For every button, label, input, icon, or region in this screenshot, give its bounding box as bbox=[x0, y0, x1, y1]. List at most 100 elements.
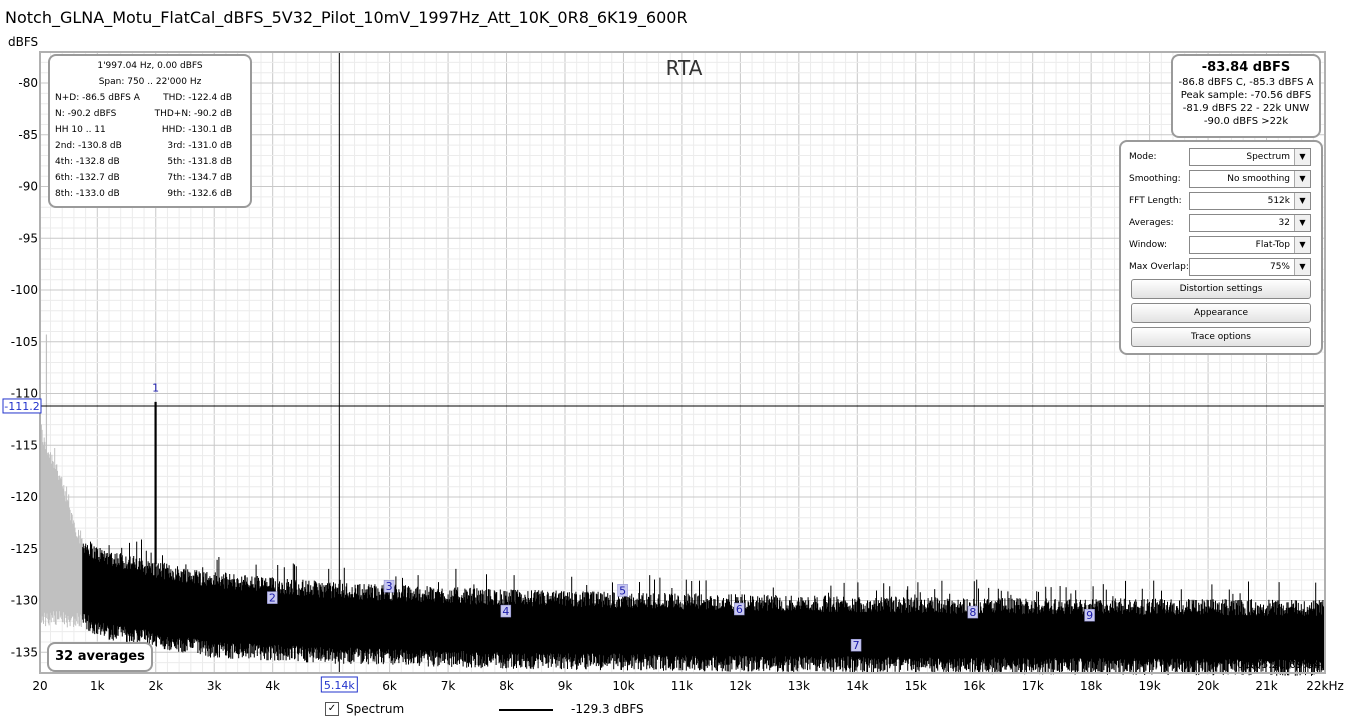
control-value: No smoothing bbox=[1227, 174, 1290, 184]
chevron-down-icon: ▼ bbox=[1294, 259, 1310, 275]
harmonic-marker-label: 6 bbox=[736, 603, 743, 616]
control-row: Mode: Spectrum ▼ bbox=[1129, 148, 1319, 166]
distortion-settings-button[interactable]: Distortion settings bbox=[1131, 279, 1311, 299]
chevron-down-icon: ▼ bbox=[1294, 193, 1310, 209]
chevron-down-icon: ▼ bbox=[1294, 149, 1310, 165]
span-readout: Span: 750 .. 22'000 Hz bbox=[98, 77, 202, 87]
controls-panel: Mode: Spectrum ▼ Smoothing: No smoothing ▼ FFT… bbox=[1119, 140, 1323, 355]
timestamp: 01.05.21 09:34 bbox=[1237, 658, 1321, 671]
stat-left: 4th: -132.8 dB bbox=[55, 157, 120, 167]
y-tick-label: -130 bbox=[11, 594, 38, 608]
stat-right: THD+N: -90.2 dB bbox=[154, 109, 232, 119]
control-label: Averages: bbox=[1129, 218, 1174, 228]
y-tick-label: -120 bbox=[11, 490, 38, 504]
x-tick-label: 9k bbox=[558, 679, 573, 693]
y-tick-label: -115 bbox=[11, 438, 38, 452]
x-tick-label: 19k bbox=[1139, 679, 1161, 693]
x-tick-label: 4k bbox=[265, 679, 280, 693]
x-tick-label: 21k bbox=[1255, 679, 1277, 693]
harmonic-marker-label: 7 bbox=[853, 639, 860, 652]
level-line: -86.8 dBFS C, -85.3 dBFS A bbox=[1178, 77, 1314, 88]
cursor-y-label: -111.2 bbox=[4, 400, 39, 413]
fundamental-readout: 1'997.04 Hz, 0.00 dBFS bbox=[97, 61, 203, 71]
averages-badge: 32 averages bbox=[47, 642, 153, 672]
y-tick-label: -95 bbox=[18, 231, 38, 245]
control-label: Window: bbox=[1129, 240, 1168, 250]
harmonic-marker-label: 4 bbox=[502, 605, 509, 618]
control-select[interactable]: Flat-Top ▼ bbox=[1189, 236, 1311, 254]
level-line: Peak sample: -70.56 dBFS bbox=[1180, 90, 1312, 101]
control-label: FFT Length: bbox=[1129, 196, 1182, 206]
x-tick-label: 3k bbox=[207, 679, 222, 693]
y-axis-label: dBFS bbox=[8, 35, 38, 49]
y-tick-label: -135 bbox=[11, 645, 38, 659]
control-label: Mode: bbox=[1129, 152, 1157, 162]
level-line: -81.9 dBFS 22 - 22k UNW bbox=[1182, 103, 1310, 114]
x-tick-label: 20 bbox=[32, 679, 47, 693]
stat-right: 9th: -132.6 dB bbox=[167, 189, 232, 199]
control-select[interactable]: 32 ▼ bbox=[1189, 214, 1311, 232]
stat-right: HHD: -130.1 dB bbox=[161, 125, 232, 135]
control-select[interactable]: Spectrum ▼ bbox=[1189, 148, 1311, 166]
harmonic-marker-label: 2 bbox=[269, 592, 276, 605]
legend-series-name: Spectrum bbox=[346, 702, 405, 716]
chevron-down-icon: ▼ bbox=[1294, 171, 1310, 187]
chevron-down-icon: ▼ bbox=[1294, 237, 1310, 253]
stat-left: 2nd: -130.8 dB bbox=[55, 141, 122, 151]
stat-left: N+D: -86.5 dBFS A bbox=[55, 93, 140, 103]
control-value: Spectrum bbox=[1246, 152, 1290, 162]
x-tick-label: 16k bbox=[963, 679, 985, 693]
control-row: Max Overlap: 75% ▼ bbox=[1129, 258, 1319, 276]
control-value: 512k bbox=[1267, 196, 1290, 206]
control-label: Smoothing: bbox=[1129, 174, 1181, 184]
control-row: FFT Length: 512k ▼ bbox=[1129, 192, 1319, 210]
x-tick-label: 10k bbox=[612, 679, 634, 693]
control-row: Averages: 32 ▼ bbox=[1129, 214, 1319, 232]
harmonic-marker-label: 5 bbox=[619, 584, 626, 597]
control-select[interactable]: 512k ▼ bbox=[1189, 192, 1311, 210]
trace-options-button[interactable]: Trace options bbox=[1131, 327, 1311, 347]
control-value: Flat-Top bbox=[1255, 240, 1290, 250]
y-tick-label: -110 bbox=[11, 387, 38, 401]
x-tick-label: 15k bbox=[905, 679, 927, 693]
harmonic-marker-label: 1 bbox=[152, 381, 159, 394]
harmonic-marker-label: 3 bbox=[386, 580, 393, 593]
stat-left: 6th: -132.7 dB bbox=[55, 173, 120, 183]
control-value: 32 bbox=[1278, 218, 1290, 228]
y-tick-label: -105 bbox=[11, 335, 38, 349]
x-tick-label: 18k bbox=[1080, 679, 1102, 693]
stat-left: 8th: -133.0 dB bbox=[55, 189, 120, 199]
y-tick-label: -80 bbox=[18, 76, 38, 90]
level-line: -90.0 dBFS >22k bbox=[1203, 116, 1289, 127]
x-tick-label: 6k bbox=[382, 679, 397, 693]
x-tick-label: 2k bbox=[148, 679, 163, 693]
x-tick-label: 22kHz bbox=[1306, 679, 1344, 693]
y-tick-label: -125 bbox=[11, 542, 38, 556]
y-tick-label: -90 bbox=[18, 180, 38, 194]
x-tick-label: 13k bbox=[788, 679, 810, 693]
stat-right: 7th: -134.7 dB bbox=[167, 173, 232, 183]
stat-right: 3rd: -131.0 dB bbox=[167, 141, 232, 151]
chevron-down-icon: ▼ bbox=[1294, 215, 1310, 231]
appearance-button[interactable]: Appearance bbox=[1131, 303, 1311, 323]
distortion-stats-panel[interactable]: 1'997.04 Hz, 0.00 dBFS Span: 750 .. 22'0… bbox=[48, 54, 252, 208]
x-tick-label: 12k bbox=[729, 679, 751, 693]
x-tick-label: 11k bbox=[671, 679, 693, 693]
harmonic-marker-label: 9 bbox=[1086, 609, 1093, 622]
legend-value: -129.3 dBFS bbox=[571, 702, 644, 716]
stat-right: 5th: -131.8 dB bbox=[167, 157, 232, 167]
x-tick-label: 8k bbox=[499, 679, 514, 693]
stat-left: N: -90.2 dBFS bbox=[55, 109, 117, 119]
y-tick-label: -85 bbox=[18, 128, 38, 142]
spectrum-checkbox[interactable]: ✓ bbox=[325, 702, 339, 716]
control-select[interactable]: No smoothing ▼ bbox=[1189, 170, 1311, 188]
x-tick-label: 7k bbox=[441, 679, 456, 693]
x-tick-label: 20k bbox=[1197, 679, 1219, 693]
control-select[interactable]: 75% ▼ bbox=[1189, 258, 1311, 276]
control-row: Window: Flat-Top ▼ bbox=[1129, 236, 1319, 254]
y-tick-label: -100 bbox=[11, 283, 38, 297]
x-tick-label: 1k bbox=[90, 679, 105, 693]
chart-title: RTA bbox=[666, 56, 703, 80]
level-panel[interactable]: -83.84 dBFS -86.8 dBFS C, -85.3 dBFS A P… bbox=[1171, 54, 1321, 138]
x-tick-label: 14k bbox=[846, 679, 868, 693]
